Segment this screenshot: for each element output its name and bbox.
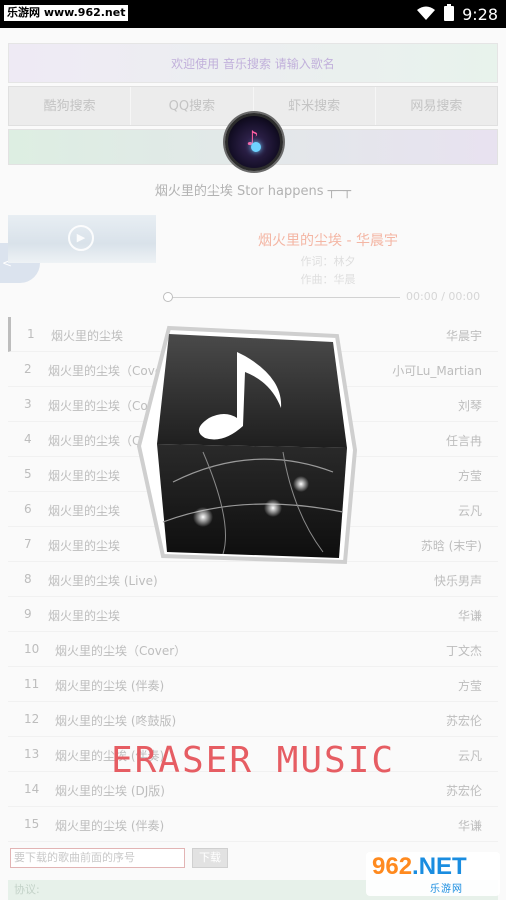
song-number: 15 bbox=[24, 817, 40, 831]
song-title: 烟火里的尘埃 bbox=[48, 469, 121, 483]
song-number: 4 bbox=[24, 432, 32, 446]
album-cover[interactable]: ▶ bbox=[8, 215, 156, 263]
song-number: 11 bbox=[24, 677, 40, 691]
notice-banner: 欢迎使用 音乐搜索 请输入歌名 bbox=[8, 43, 498, 83]
song-artist: 任言冉 bbox=[445, 434, 482, 448]
cube-logo-icon bbox=[133, 322, 371, 577]
splash-title: ERASER MUSIC bbox=[110, 740, 396, 781]
song-artist: 华谦 bbox=[457, 819, 482, 833]
song-artist: 小可Lu_Martian bbox=[392, 364, 482, 378]
site-watermark: 962.NET 乐游网 bbox=[366, 852, 500, 896]
song-number: 10 bbox=[24, 642, 40, 656]
song-artist: 苏宏伦 bbox=[445, 714, 482, 728]
song-artist: 方莹 bbox=[457, 679, 482, 693]
song-title: 烟火里的尘埃 bbox=[48, 609, 121, 623]
song-number: 14 bbox=[24, 782, 40, 796]
watermark-main-b: .NET bbox=[412, 853, 467, 880]
watermark-sub: 乐游网 bbox=[430, 884, 463, 895]
song-title: 烟火里的尘埃 (咚鼓版) bbox=[55, 714, 177, 728]
song-number: 1 bbox=[27, 327, 35, 341]
song-number: 5 bbox=[24, 467, 32, 481]
song-artist: 苏宏伦 bbox=[445, 784, 482, 798]
song-number: 6 bbox=[24, 502, 32, 516]
song-title: 烟火里的尘埃 bbox=[48, 504, 121, 518]
battery-icon bbox=[444, 4, 455, 25]
app-logo-icon: ♪ bbox=[225, 113, 283, 171]
song-number: 9 bbox=[24, 607, 32, 621]
song-number: 8 bbox=[24, 572, 32, 586]
progress-handle[interactable] bbox=[163, 292, 173, 302]
song-number: 3 bbox=[24, 397, 32, 411]
lyric-line: 作词：林夕 bbox=[300, 255, 356, 268]
song-artist: 云凡 bbox=[457, 504, 482, 518]
song-artist: 丁文杰 bbox=[445, 644, 482, 658]
song-artist: 苏晗 (末宇) bbox=[420, 539, 482, 553]
song-row[interactable]: 11 烟火里的尘埃 (伴奏) 方莹 bbox=[8, 667, 498, 702]
song-title: 烟火里的尘埃（Cover） bbox=[55, 644, 187, 658]
download-button[interactable]: 下载 bbox=[192, 848, 228, 868]
lyric-line: 作曲：华晨 bbox=[300, 273, 356, 286]
song-title: 烟火里的尘埃 bbox=[51, 329, 124, 343]
play-icon[interactable]: ▶ bbox=[68, 225, 94, 251]
song-number: 2 bbox=[24, 362, 32, 376]
song-artist: 方莹 bbox=[457, 469, 482, 483]
tab-netease[interactable]: 网易搜索 bbox=[376, 87, 497, 125]
song-row[interactable]: 9 烟火里的尘埃 华谦 bbox=[8, 597, 498, 632]
song-title: 烟火里的尘埃 (DJ版) bbox=[55, 784, 165, 798]
song-number: 12 bbox=[24, 712, 40, 726]
player: < ▶ 烟火里的尘埃 - 华晨宇 作词：林夕 作曲：华晨 00:00 / 00:… bbox=[0, 213, 498, 313]
status-bar: 乐游网 www.962.net 9:28 bbox=[0, 0, 506, 28]
status-brand: 乐游网 www.962.net bbox=[4, 5, 129, 21]
search-title: 烟火里的尘埃 Stor happens ┬─┬ bbox=[154, 184, 352, 199]
wifi-icon bbox=[416, 5, 436, 25]
song-artist: 快乐男声 bbox=[433, 574, 482, 588]
progress-bar[interactable] bbox=[168, 297, 400, 298]
tab-kugou[interactable]: 酷狗搜索 bbox=[9, 87, 132, 125]
status-time: 9:28 bbox=[462, 4, 498, 24]
song-artist: 华晨宇 bbox=[445, 329, 482, 343]
song-title: 烟火里的尘埃 (伴奏) bbox=[55, 679, 165, 693]
play-time: 00:00 / 00:00 bbox=[406, 290, 481, 303]
watermark-main-a: 962 bbox=[372, 853, 413, 880]
song-artist: 刘琴 bbox=[457, 399, 482, 413]
download-number-input[interactable]: 要下载的歌曲前面的序号 bbox=[10, 848, 185, 868]
song-number: 7 bbox=[24, 537, 32, 551]
song-artist: 华谦 bbox=[457, 609, 482, 623]
status-right: 9:28 bbox=[416, 4, 498, 25]
song-row[interactable]: 15 烟火里的尘埃 (伴奏) 华谦 bbox=[8, 807, 498, 842]
watermark-logo: 962.NET bbox=[372, 854, 467, 880]
song-title: 烟火里的尘埃 (伴奏) bbox=[55, 819, 165, 833]
now-playing-title: 烟火里的尘埃 - 华晨宇 bbox=[258, 233, 398, 249]
song-row[interactable]: 12 烟火里的尘埃 (咚鼓版) 苏宏伦 bbox=[8, 702, 498, 737]
glow-dot-icon bbox=[251, 142, 261, 152]
song-row[interactable]: 10 烟火里的尘埃（Cover） 丁文杰 bbox=[8, 632, 498, 667]
song-title: 烟火里的尘埃 bbox=[48, 539, 121, 553]
